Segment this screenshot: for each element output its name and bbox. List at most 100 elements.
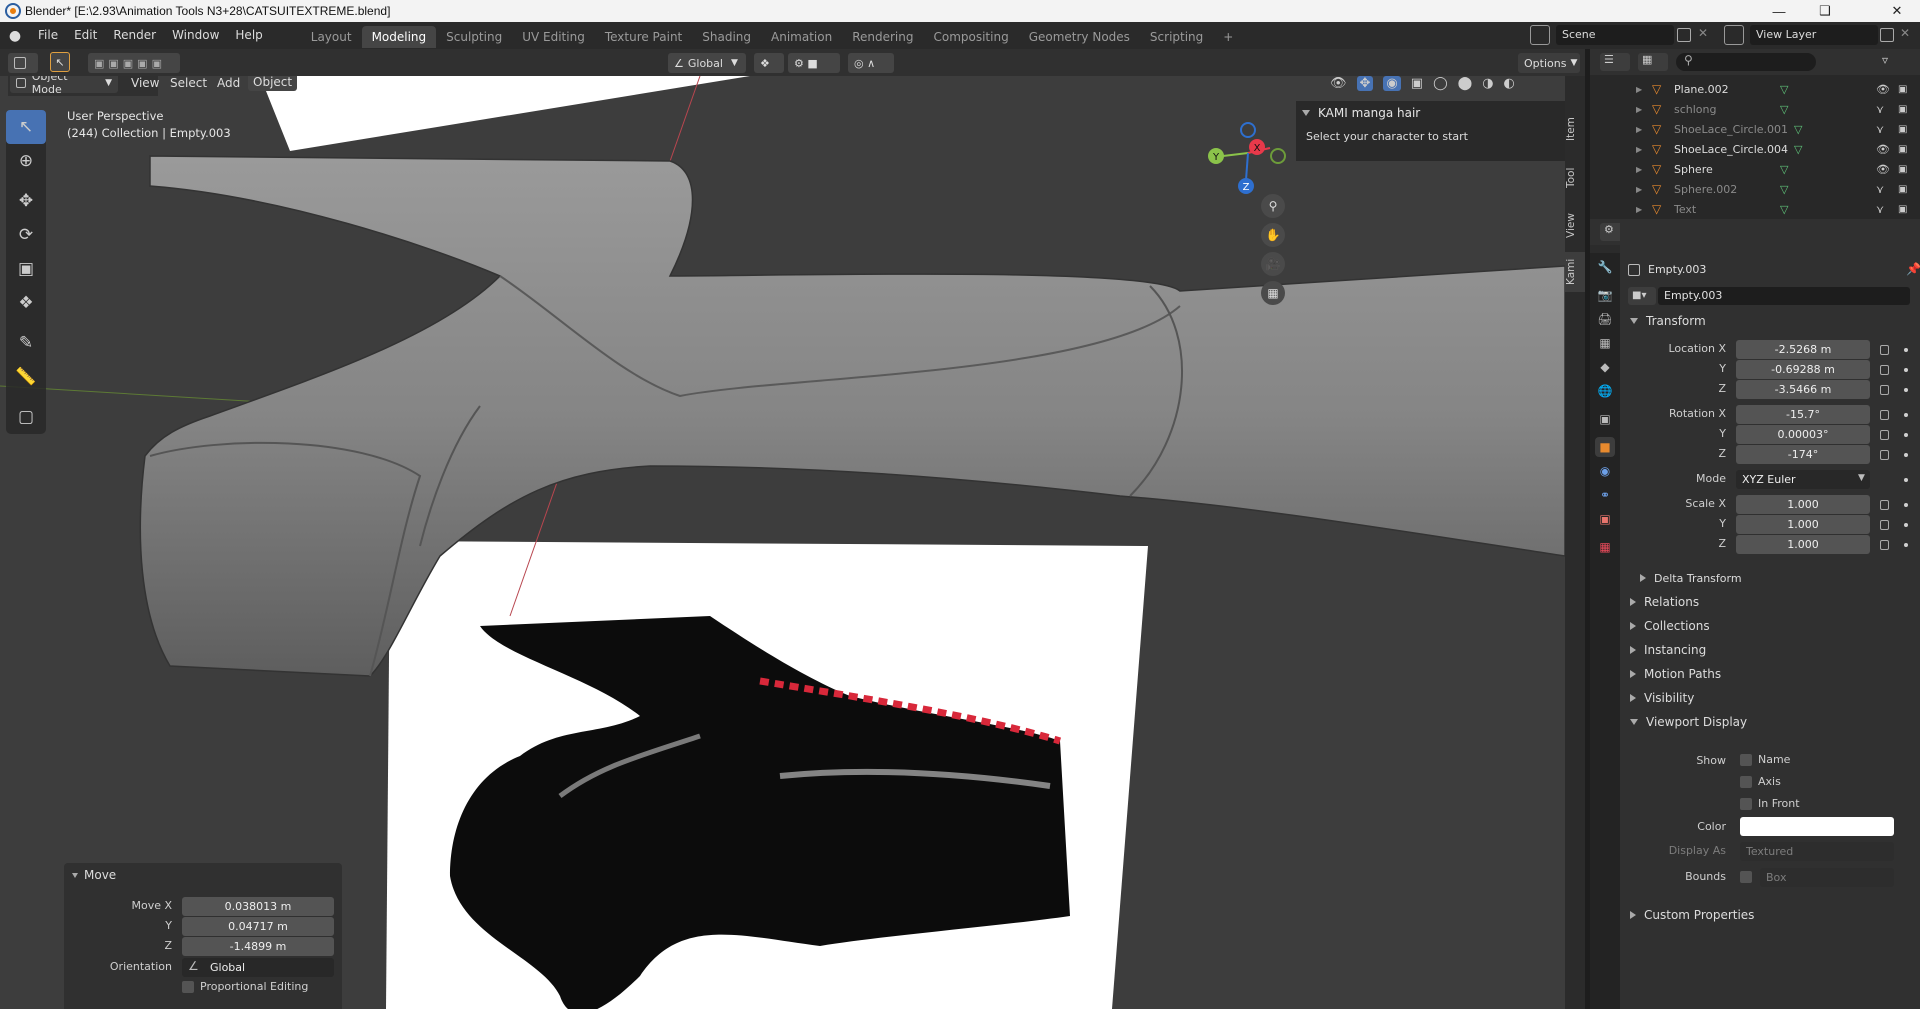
zoom-icon[interactable]: ⚲ [1261, 194, 1285, 218]
delta-transform-header[interactable]: Delta Transform [1634, 567, 1920, 589]
render-camera-icon[interactable]: ▣ [1898, 84, 1907, 95]
solid-shading-icon[interactable]: ⬤ [1458, 76, 1473, 91]
in-front-checkbox[interactable] [1740, 798, 1752, 810]
collections-panel-header[interactable]: Collections [1624, 615, 1916, 637]
rotation-mode-dropdown[interactable]: XYZ Euler [1736, 470, 1870, 489]
keyframe-dot-icon[interactable] [1904, 413, 1908, 417]
physics-tab-icon[interactable]: ◉ [1595, 461, 1615, 481]
tab-item[interactable]: Item [1565, 106, 1585, 152]
view-layer-tab-icon[interactable]: ▦ [1595, 333, 1615, 353]
instancing-panel-header[interactable]: Instancing [1624, 639, 1916, 661]
keyframe-dot-icon[interactable] [1904, 453, 1908, 457]
tab-animation[interactable]: Animation [761, 26, 842, 48]
visibility-eye-icon[interactable]: ⋎ [1876, 203, 1884, 216]
add-cube-tool-icon[interactable]: ▢ [6, 400, 46, 434]
keyframe-dot-icon[interactable] [1904, 368, 1908, 372]
select-tool-icon[interactable]: ↖ [50, 52, 70, 72]
keyframe-dot-icon[interactable] [1904, 503, 1908, 507]
expand-arrow-icon[interactable]: ▶ [1636, 185, 1646, 194]
menu-window[interactable]: Window [164, 22, 227, 49]
selection-mode-buttons[interactable]: ▣▣▣▣▣ [88, 53, 180, 73]
transform-tool-icon[interactable]: ❖ [6, 286, 46, 320]
object-name-field[interactable]: Empty.003 [1658, 287, 1910, 305]
delete-view-layer-icon[interactable]: ✕ [1900, 26, 1910, 40]
tab-sculpting[interactable]: Sculpting [436, 26, 512, 48]
lock-icon[interactable] [1880, 520, 1889, 530]
keyframe-dot-icon[interactable] [1904, 523, 1908, 527]
display-mode-icon[interactable]: ▦ [1638, 53, 1668, 71]
render-camera-icon[interactable]: ▣ [1898, 184, 1907, 195]
delete-scene-icon[interactable]: ✕ [1698, 26, 1708, 40]
filter-icon[interactable]: ▿ [1882, 53, 1888, 67]
tab-scripting[interactable]: Scripting [1140, 26, 1213, 48]
gizmo-toggle-icon[interactable]: ✥ [1356, 76, 1374, 91]
menu-help[interactable]: Help [227, 22, 270, 49]
keyframe-dot-icon[interactable] [1904, 543, 1908, 547]
orientation-dropdown-move[interactable]: Global [182, 958, 334, 977]
render-camera-icon[interactable]: ▣ [1898, 204, 1907, 215]
location-x-field[interactable]: -2.5268 m [1736, 340, 1870, 359]
show-name-checkbox[interactable] [1740, 754, 1752, 766]
cursor-tool-icon[interactable]: ⊕ [6, 144, 46, 178]
pin-icon[interactable]: 📌 [1906, 262, 1920, 276]
add-workspace-button[interactable]: + [1213, 26, 1243, 48]
world-tab-icon[interactable]: 🌐 [1595, 381, 1615, 401]
menu-object[interactable]: Object [248, 76, 298, 91]
viewport-display-panel-header[interactable]: Viewport Display [1624, 711, 1916, 733]
object-color-swatch[interactable] [1740, 817, 1894, 836]
menu-file[interactable]: File [30, 22, 66, 49]
tab-modeling[interactable]: Modeling [361, 26, 437, 48]
rotation-x-field[interactable]: -15.7° [1736, 405, 1870, 424]
expand-arrow-icon[interactable]: ▶ [1636, 205, 1646, 214]
custom-properties-panel-header[interactable]: Custom Properties [1624, 904, 1916, 926]
menu-view[interactable]: View [131, 76, 159, 90]
data-tab-icon[interactable]: ▣ [1595, 509, 1615, 529]
minimize-button[interactable]: — [1756, 0, 1802, 22]
options-button[interactable]: Options ▼ [1518, 53, 1580, 73]
view-layer-icon[interactable] [1724, 25, 1744, 45]
wireframe-shading-icon[interactable]: ◯ [1433, 76, 1448, 91]
rotate-tool-icon[interactable]: ⟳ [6, 218, 46, 252]
tab-tool[interactable]: Tool [1565, 158, 1585, 198]
constraints-tab-icon[interactable]: ⚭ [1595, 485, 1615, 505]
visibility-eye-icon[interactable]: ⋎ [1876, 183, 1884, 196]
visibility-eye-icon[interactable]: ⋎ [1876, 123, 1884, 136]
tool-tab-icon[interactable]: 🔧 [1595, 257, 1615, 277]
scene-icon[interactable] [1530, 25, 1550, 45]
outliner-editor-type-icon[interactable]: ☰ [1600, 53, 1630, 71]
navigation-gizmo[interactable]: X Y Z [1203, 108, 1293, 198]
expand-arrow-icon[interactable]: ▶ [1636, 145, 1646, 154]
render-camera-icon[interactable]: ▣ [1898, 144, 1907, 155]
measure-tool-icon[interactable]: 📏 [6, 360, 46, 394]
visibility-eye-icon[interactable]: 👁 [1876, 83, 1890, 96]
blender-menu-icon[interactable]: ● [0, 28, 30, 44]
visibility-eye-icon[interactable]: ⋎ [1876, 103, 1884, 116]
lock-icon[interactable] [1880, 410, 1889, 420]
tab-compositing[interactable]: Compositing [923, 26, 1018, 48]
location-y-field[interactable]: -0.69288 m [1736, 360, 1870, 379]
move-z-field[interactable]: -1.4899 m [182, 937, 334, 956]
expand-arrow-icon[interactable]: ▶ [1636, 165, 1646, 174]
xray-icon[interactable]: ▣ [1411, 76, 1423, 91]
move-tool-icon[interactable]: ✥ [6, 184, 46, 218]
visibility-panel-header[interactable]: Visibility [1624, 687, 1916, 709]
pivot-point-icon[interactable]: ❖ [754, 53, 784, 73]
outliner-item[interactable]: ▶ ▽ Sphere.002 ▽ ⋎ ▣ [1590, 179, 1920, 199]
motion-paths-panel-header[interactable]: Motion Paths [1624, 663, 1916, 685]
location-z-field[interactable]: -3.5466 m [1736, 380, 1870, 399]
outliner-item[interactable]: ▶ ▽ ShoeLace_Circle.001 ▽ ⋎ ▣ [1590, 119, 1920, 139]
keyframe-dot-icon[interactable] [1904, 388, 1908, 392]
outliner-item[interactable]: ▶ ▽ Text ▽ ⋎ ▣ [1590, 199, 1920, 219]
select-box-tool-icon[interactable]: ↖ [6, 110, 46, 144]
kami-panel-header[interactable]: KAMI manga hair [1296, 101, 1565, 125]
close-button[interactable]: ✕ [1874, 0, 1920, 22]
keyframe-dot-icon[interactable] [1904, 348, 1908, 352]
render-camera-icon[interactable]: ▣ [1898, 164, 1907, 175]
overlay-toggle-icon[interactable]: ◉ [1383, 76, 1401, 91]
tab-view[interactable]: View [1565, 206, 1585, 246]
visibility-eye-icon[interactable]: 👁 [1876, 143, 1890, 156]
transform-panel-header[interactable]: Transform [1624, 310, 1916, 332]
object-tab-icon[interactable]: ■ [1595, 437, 1615, 457]
outliner-item[interactable]: ▶ ▽ Plane.002 ▽ 👁 ▣ [1590, 79, 1920, 99]
object-browse-button[interactable]: ■▾ [1628, 287, 1656, 305]
